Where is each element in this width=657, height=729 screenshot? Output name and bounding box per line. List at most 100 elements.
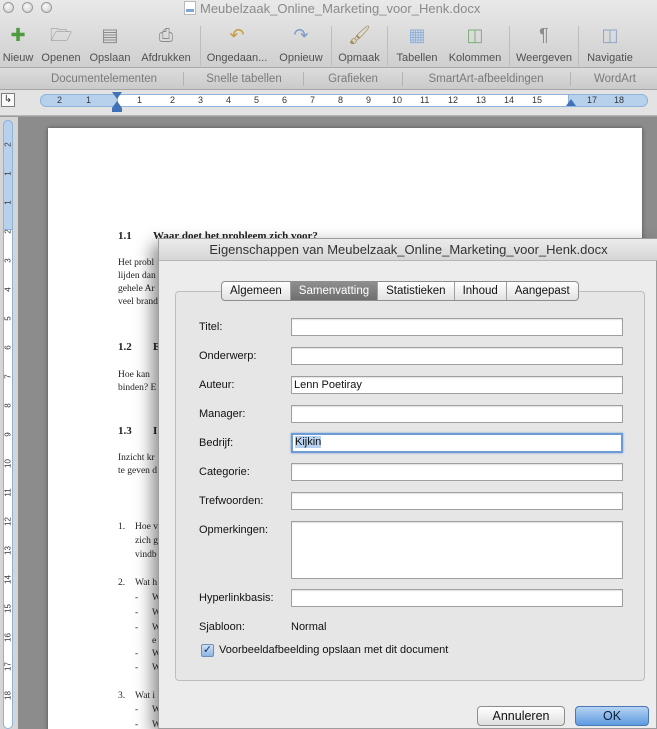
company-field[interactable]: Kijkin: [291, 433, 623, 453]
window-title: Meubelzaak_Online_Marketing_voor_Henk.do…: [184, 0, 480, 16]
show-button[interactable]: ¶ Weergeven: [513, 20, 575, 68]
ribbon-tab-label: SmartArt-afbeeldingen: [428, 73, 544, 85]
open-folder-icon: 🗁: [50, 25, 73, 45]
ribbon-tab-charts[interactable]: Grafieken: [308, 68, 398, 90]
keywords-label: Trefwoorden:: [199, 495, 264, 507]
window-title-text: Meubelzaak_Online_Marketing_voor_Henk.do…: [200, 0, 481, 16]
columns-button[interactable]: ◫ Kolommen: [445, 20, 505, 68]
category-field[interactable]: [291, 463, 623, 481]
minimize-window-button[interactable]: [22, 2, 33, 13]
first-line-indent-marker[interactable]: [112, 92, 122, 99]
ruler-number: 18: [614, 95, 625, 105]
new-document-icon: ✚: [10, 25, 26, 45]
paragraph-line: Inzicht kr: [118, 453, 155, 463]
ribbon-tab-quick-tables[interactable]: Snelle tabellen: [188, 68, 300, 90]
toolbar-separator: [387, 26, 388, 66]
vertical-ruler-number: 15: [3, 604, 13, 613]
format-label: Opmaak: [338, 52, 380, 64]
print-button[interactable]: ⎙ Afdrukken: [136, 20, 196, 68]
format-brush-icon: 🖌: [348, 25, 371, 45]
hyperlink-base-field[interactable]: [291, 589, 623, 607]
title-label: Titel:: [199, 321, 223, 333]
toolbar-separator: [200, 26, 201, 66]
list-line: Wat i: [135, 691, 156, 701]
ribbon-tab-label: Snelle tabellen: [206, 73, 282, 85]
tab-inhoud[interactable]: Inhoud: [455, 282, 507, 300]
tab-stop-selector[interactable]: ↳: [1, 93, 15, 107]
list-dash: -: [135, 705, 139, 715]
manager-label: Manager:: [199, 408, 246, 420]
list-item: e: [152, 636, 157, 646]
navigation-label: Navigatie: [587, 52, 633, 64]
vertical-ruler-number: 10: [3, 459, 13, 468]
paragraph-line: gehele Ar: [118, 284, 155, 294]
ribbon-tab-document-elements[interactable]: Documentelementen: [30, 68, 178, 90]
hyperlink-base-label: Hyperlinkbasis:: [199, 592, 274, 604]
left-indent-marker[interactable]: [112, 108, 122, 112]
tab-label: Samenvatting: [298, 285, 370, 297]
columns-icon: ◫: [466, 25, 484, 45]
save-preview-checkbox[interactable]: ✓: [201, 644, 214, 657]
title-field[interactable]: [291, 318, 623, 336]
tables-button[interactable]: ▦ Tabellen: [391, 20, 443, 68]
ruler-number: 7: [310, 95, 316, 105]
save-button[interactable]: ▤ Opslaan: [86, 20, 134, 68]
vertical-ruler-number: 1: [3, 200, 13, 205]
list-dash: -: [135, 720, 139, 729]
paragraph-line: lijden dan: [118, 271, 156, 281]
ribbon-tab-label: WordArt: [594, 73, 636, 85]
comments-field[interactable]: [291, 521, 623, 579]
vertical-ruler-number: 16: [3, 633, 13, 642]
paragraph-line: Het probl: [118, 258, 155, 268]
ruler-number: 2: [170, 95, 176, 105]
cancel-button[interactable]: Annuleren: [477, 706, 565, 726]
ribbon-tab-bar: Documentelementen Snelle tabellen Grafie…: [0, 68, 657, 90]
ribbon-tab-wordart[interactable]: WordArt: [576, 68, 654, 90]
manager-field[interactable]: [291, 405, 623, 423]
author-field[interactable]: Lenn Poetiray: [291, 376, 623, 394]
ruler-number: 17: [587, 95, 598, 105]
hanging-indent-marker[interactable]: [112, 101, 122, 108]
tab-statistieken[interactable]: Statistieken: [378, 282, 455, 300]
navigation-button[interactable]: ◫ Navigatie: [582, 20, 638, 68]
tab-aangepast[interactable]: Aangepast: [507, 282, 578, 300]
show-label: Weergeven: [515, 52, 573, 64]
ribbon-tab-label: Documentelementen: [50, 73, 158, 85]
subject-field[interactable]: [291, 347, 623, 365]
columns-label: Kolommen: [448, 52, 502, 64]
ok-button[interactable]: OK: [575, 706, 649, 726]
list-number: 1.: [118, 522, 126, 532]
ribbon-tab-smartart[interactable]: SmartArt-afbeeldingen: [406, 68, 566, 90]
right-indent-marker[interactable]: [566, 99, 576, 106]
word-window: Meubelzaak_Online_Marketing_voor_Henk.do…: [0, 0, 657, 729]
list-dash: -: [135, 593, 139, 603]
zoom-window-button[interactable]: [41, 2, 52, 13]
heading-text: I: [153, 425, 158, 437]
ruler-right-margin: [568, 94, 648, 107]
redo-button[interactable]: ↷ Opnieuw: [274, 20, 328, 68]
save-preview-label[interactable]: Voorbeeldafbeelding opslaan met dit docu…: [219, 644, 448, 656]
vertical-ruler-number: 1: [3, 171, 13, 176]
keywords-field[interactable]: [291, 492, 623, 510]
template-value: Normal: [291, 621, 327, 633]
properties-dialog: Eigenschappen van Meubelzaak_Online_Mark…: [158, 238, 657, 729]
vertical-ruler-number: 3: [3, 258, 13, 263]
ruler-number: 8: [338, 95, 344, 105]
list-line: vindb: [135, 550, 157, 560]
template-label: Sjabloon:: [199, 621, 245, 633]
toolbar-separator: [578, 26, 579, 66]
vertical-ruler-number: 5: [3, 316, 13, 321]
redo-icon: ↷: [293, 25, 309, 45]
undo-button[interactable]: ↶ Ongedaan...: [204, 20, 270, 68]
tab-algemeen[interactable]: Algemeen: [222, 282, 291, 300]
tab-samenvatting[interactable]: Samenvatting: [290, 282, 379, 300]
close-window-button[interactable]: [3, 2, 14, 13]
vertical-ruler-number: 18: [3, 691, 13, 700]
format-button[interactable]: 🖌 Opmaak: [334, 20, 384, 68]
horizontal-ruler[interactable]: [40, 94, 648, 107]
ruler-number: 5: [254, 95, 260, 105]
new-button[interactable]: ✚ Nieuw: [0, 20, 36, 68]
vertical-ruler-number: 2: [3, 142, 13, 147]
open-button[interactable]: 🗁 Openen: [38, 20, 84, 68]
print-icon: ⎙: [158, 25, 174, 45]
